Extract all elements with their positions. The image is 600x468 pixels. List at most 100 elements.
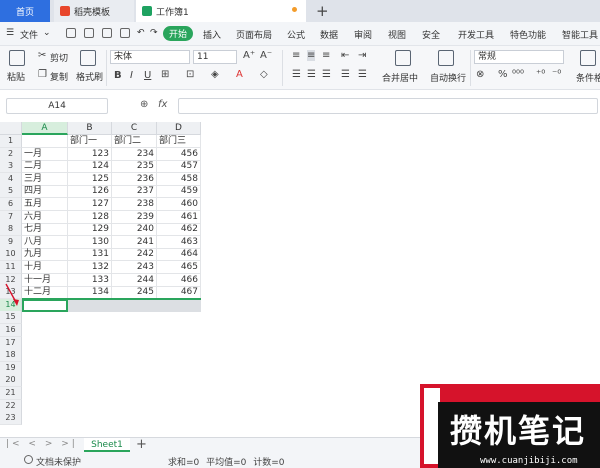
underline-icon[interactable]: U: [144, 70, 151, 81]
align-top-icon[interactable]: ≡: [292, 50, 300, 61]
cell[interactable]: 七月: [22, 223, 68, 237]
row-header[interactable]: 17: [0, 336, 22, 350]
cell[interactable]: 三月: [22, 172, 68, 186]
font-name-select[interactable]: 宋体: [110, 50, 190, 64]
row-header[interactable]: 15: [0, 311, 22, 325]
cell[interactable]: 243: [112, 261, 157, 274]
menu-start[interactable]: 开始: [163, 26, 193, 41]
cell[interactable]: 456: [157, 147, 201, 161]
cell[interactable]: 244: [112, 273, 157, 287]
cell[interactable]: 126: [68, 185, 112, 199]
cell[interactable]: 123: [68, 147, 112, 161]
cell[interactable]: 124: [68, 160, 112, 174]
clear-format-icon[interactable]: ◇: [260, 69, 268, 80]
cut-button[interactable]: 剪切: [50, 51, 68, 64]
cell[interactable]: 五月: [22, 198, 68, 211]
align-right-icon[interactable]: ☰: [322, 69, 331, 80]
menu-view[interactable]: 视图: [388, 28, 406, 41]
undo-icon[interactable]: ↶: [137, 28, 145, 38]
italic-icon[interactable]: I: [130, 70, 133, 81]
row-header[interactable]: 9: [0, 235, 22, 249]
number-format-select[interactable]: 常规: [474, 50, 564, 64]
conditional-format-icon[interactable]: [580, 50, 596, 66]
column-header-d[interactable]: D: [157, 122, 201, 135]
cell[interactable]: 131: [68, 248, 112, 262]
cell[interactable]: 二月: [22, 160, 68, 174]
cell[interactable]: 一月: [22, 147, 68, 161]
distributed-icon[interactable]: ☰: [358, 69, 367, 80]
cell[interactable]: 237: [112, 185, 157, 199]
cell[interactable]: 部门二: [112, 135, 157, 148]
cell[interactable]: 242: [112, 248, 157, 262]
cell[interactable]: 六月: [22, 210, 68, 224]
row-header[interactable]: 18: [0, 349, 22, 363]
row-header[interactable]: 11: [0, 261, 22, 274]
cell[interactable]: 127: [68, 198, 112, 211]
cell[interactable]: 八月: [22, 235, 68, 249]
menu-insert[interactable]: 插入: [203, 28, 221, 41]
cell[interactable]: 部门三: [157, 135, 201, 148]
conditional-format-button[interactable]: 条件格: [576, 71, 600, 84]
cell[interactable]: 460: [157, 198, 201, 211]
cell[interactable]: 234: [112, 147, 157, 161]
print-icon[interactable]: [102, 28, 112, 38]
format-painter-button[interactable]: 格式刷: [76, 70, 103, 83]
column-header-b[interactable]: B: [68, 122, 112, 135]
cell[interactable]: 235: [112, 160, 157, 174]
zoom-search-icon[interactable]: ⊕: [140, 99, 148, 110]
row-header[interactable]: 21: [0, 387, 22, 400]
menu-security[interactable]: 安全: [422, 28, 440, 41]
cell[interactable]: 238: [112, 198, 157, 211]
decrease-decimal-icon[interactable]: ⁻⁰: [552, 69, 561, 80]
menu-page-layout[interactable]: 页面布局: [236, 28, 272, 41]
paste-icon[interactable]: [9, 50, 25, 66]
cell[interactable]: 239: [112, 210, 157, 224]
cell[interactable]: 465: [157, 261, 201, 274]
align-center-icon[interactable]: ☰: [307, 69, 316, 80]
cell[interactable]: 125: [68, 172, 112, 186]
name-box[interactable]: A14: [6, 98, 108, 114]
wrap-text-icon[interactable]: [438, 50, 454, 66]
column-header-c[interactable]: C: [112, 122, 157, 135]
fill-color-icon[interactable]: ◈: [211, 69, 219, 80]
cell[interactable]: 132: [68, 261, 112, 274]
align-left-icon[interactable]: ☰: [292, 69, 301, 80]
cell[interactable]: 四月: [22, 185, 68, 199]
row-header[interactable]: 23: [0, 412, 22, 426]
currency-icon[interactable]: ⊗: [476, 69, 484, 80]
cell[interactable]: 130: [68, 235, 112, 249]
merge-cells-icon[interactable]: ⊡: [186, 69, 194, 80]
cell[interactable]: 466: [157, 273, 201, 287]
cell[interactable]: 129: [68, 223, 112, 237]
row-header[interactable]: 1: [0, 135, 22, 148]
cell[interactable]: 九月: [22, 248, 68, 262]
cell[interactable]: [22, 135, 68, 148]
redo-icon[interactable]: ↷: [150, 28, 158, 38]
protect-status[interactable]: 文档未保护: [36, 455, 81, 468]
copy-button[interactable]: 复制: [50, 70, 68, 83]
indent-decrease-icon[interactable]: ⇤: [341, 50, 349, 61]
select-all-corner[interactable]: [0, 122, 22, 135]
row-header[interactable]: 20: [0, 374, 22, 388]
increase-decimal-icon[interactable]: ⁺⁰: [536, 69, 545, 80]
row-header[interactable]: 7: [0, 210, 22, 224]
cell[interactable]: 461: [157, 210, 201, 224]
row-header[interactable]: 8: [0, 223, 22, 237]
indent-increase-icon[interactable]: ⇥: [358, 50, 366, 61]
cell[interactable]: 463: [157, 235, 201, 249]
cell[interactable]: 241: [112, 235, 157, 249]
cell[interactable]: 462: [157, 223, 201, 237]
cell[interactable]: 部门一: [68, 135, 112, 148]
fx-icon[interactable]: fx: [158, 99, 167, 110]
row-header[interactable]: 4: [0, 172, 22, 186]
cell[interactable]: 464: [157, 248, 201, 262]
bold-icon[interactable]: B: [114, 70, 122, 81]
increase-font-icon[interactable]: A⁺: [243, 50, 255, 61]
decrease-font-icon[interactable]: A⁻: [260, 50, 272, 61]
format-painter-icon[interactable]: [80, 50, 96, 66]
tab-home[interactable]: 首页: [0, 0, 50, 22]
menu-file[interactable]: 文件: [20, 28, 38, 41]
menu-features[interactable]: 特色功能: [510, 28, 546, 41]
thousands-icon[interactable]: ⁰⁰⁰: [512, 69, 524, 80]
save-icon[interactable]: [66, 28, 76, 38]
